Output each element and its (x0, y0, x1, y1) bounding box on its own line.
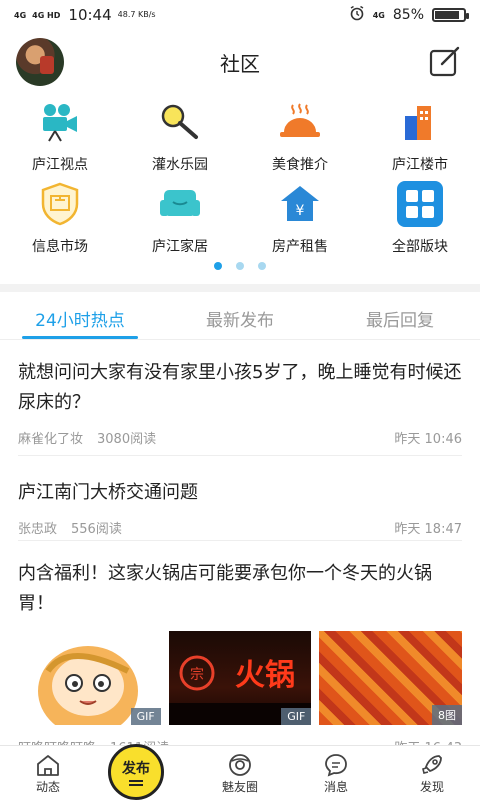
battery-percent: 85% (392, 7, 424, 23)
home-icon (34, 752, 62, 778)
svg-text:¥: ¥ (296, 203, 305, 219)
rocket-icon (418, 752, 446, 778)
sofa-icon (156, 180, 204, 228)
grid-icon (396, 180, 444, 228)
page-indicator (0, 262, 480, 270)
building-icon (396, 98, 444, 146)
category-label: 美食推介 (272, 157, 328, 173)
publish-button[interactable]: 发布 (108, 744, 164, 800)
category-label: 庐江家居 (152, 239, 208, 255)
category-label: 庐江视点 (32, 157, 88, 173)
tab-last-reply[interactable]: 最后回复 (320, 292, 480, 339)
alarm-icon (349, 5, 365, 25)
page-dot[interactable] (236, 262, 244, 270)
post-feed: 就想问问大家有没有家里小孩5岁了，晚上睡觉有时候还尿床的？ 麻雀化了妆 3080… (0, 340, 480, 745)
bottom-nav: 动态 魅友圈 消息 发现 (0, 745, 480, 800)
category-label: 全部版块 (392, 239, 448, 255)
network-indicator: 4G (14, 10, 27, 20)
post-image-restaurant[interactable]: 宗 火锅 GIF (168, 631, 312, 725)
post-title: 内含福利！这家火锅店可能要承包你一个冬天的火锅胃！ (18, 563, 432, 614)
category-label: 信息市场 (32, 239, 88, 255)
gif-badge: GIF (281, 708, 312, 725)
post-time: 昨天 18:47 (394, 522, 462, 537)
compose-icon (429, 46, 460, 77)
category-item[interactable]: 庐江视点 (0, 92, 120, 174)
page-dot[interactable] (214, 262, 222, 270)
post-item[interactable]: 就想问问大家有没有家里小孩5岁了，晚上睡觉有时候还尿床的？ 麻雀化了妆 3080… (18, 340, 462, 456)
post-time: 昨天 16:43 (394, 737, 462, 745)
category-item[interactable]: 庐江家居 (120, 174, 240, 256)
app-header: 社区 (0, 30, 480, 92)
network-speed: 48.7 KB/s (117, 10, 156, 19)
nav-label: 消息 (323, 780, 348, 794)
category-item[interactable]: ¥ 房产租售 (240, 174, 360, 256)
clock: 10:44 (68, 6, 112, 24)
status-bar: 4G 4G HD 10:44 48.7 KB/s 4G 85% (0, 0, 480, 30)
page-title: 社区 (220, 52, 260, 76)
nav-item-feed[interactable]: 动态 (0, 746, 96, 800)
nav-label: 动态 (35, 780, 60, 794)
section-divider (0, 284, 480, 292)
battery-icon (432, 8, 469, 22)
svg-text:火锅: 火锅 (235, 658, 295, 693)
post-title: 就想问问大家有没有家里小孩5岁了，晚上睡觉有时候还尿床的？ (18, 362, 462, 413)
category-item[interactable]: 灌水乐园 (120, 92, 240, 174)
post-image-hotpot[interactable]: 8图 (319, 631, 463, 725)
category-label: 房产租售 (272, 239, 328, 255)
nav-item-discover[interactable]: 发现 (384, 746, 480, 800)
nav-item-circle[interactable]: 魅友圈 (192, 746, 288, 800)
chat-bubble-icon (322, 752, 350, 778)
tab-hot-24h[interactable]: 24小时热点 (0, 292, 160, 339)
page-dot[interactable] (258, 262, 266, 270)
magnifier-icon (156, 98, 204, 146)
category-item[interactable]: 信息市场 (0, 174, 120, 256)
publish-icon (129, 780, 143, 786)
image-count-badge: 8图 (432, 705, 463, 725)
category-item[interactable]: 美食推介 (240, 92, 360, 174)
post-author: 张忠政 (18, 522, 58, 537)
post-reads: 3080阅读 (97, 432, 157, 447)
post-item[interactable]: 内含福利！这家火锅店可能要承包你一个冬天的火锅胃！ GIF 宗 火锅 GIF 8… (18, 541, 463, 745)
post-author: 麻雀化了妆 (18, 432, 84, 447)
nav-item-messages[interactable]: 消息 (288, 746, 384, 800)
feed-tabs: 24小时热点 最新发布 最后回复 (0, 292, 480, 340)
house-money-icon: ¥ (276, 180, 324, 228)
shop-icon (36, 180, 84, 228)
category-grid: 庐江视点 灌水乐园 美食推介 庐江楼市 信息市场 庐江家居 ¥ 房产租售 全部版… (0, 92, 480, 256)
tab-latest[interactable]: 最新发布 (160, 292, 320, 339)
publish-label: 发布 (122, 761, 150, 777)
post-author: 叮咚叮咚叮咚 (18, 737, 96, 745)
category-item[interactable]: 全部版块 (360, 174, 480, 256)
nav-label: 魅友圈 (221, 780, 258, 794)
post-title: 庐江南门大桥交通问题 (18, 482, 198, 503)
category-label: 灌水乐园 (152, 157, 208, 173)
network-indicator-hd: 4G HD (32, 10, 61, 20)
svg-text:宗: 宗 (190, 667, 204, 683)
compose-button[interactable] (428, 44, 462, 78)
gif-badge: GIF (130, 708, 161, 725)
post-reads: 556阅读 (71, 522, 122, 537)
post-item[interactable]: 庐江南门大桥交通问题 张忠政 556阅读 昨天 18:47 (18, 456, 462, 541)
category-item[interactable]: 庐江楼市 (360, 92, 480, 174)
food-dish-icon (276, 98, 324, 146)
category-label: 庐江楼市 (392, 157, 448, 173)
post-time: 昨天 10:46 (394, 432, 462, 447)
camera-circle-icon (226, 752, 254, 778)
post-image-cartoon[interactable]: GIF (18, 631, 161, 725)
video-camera-icon (36, 98, 84, 146)
network-indicator-2: 4G (372, 10, 385, 20)
nav-label: 发现 (419, 780, 444, 794)
